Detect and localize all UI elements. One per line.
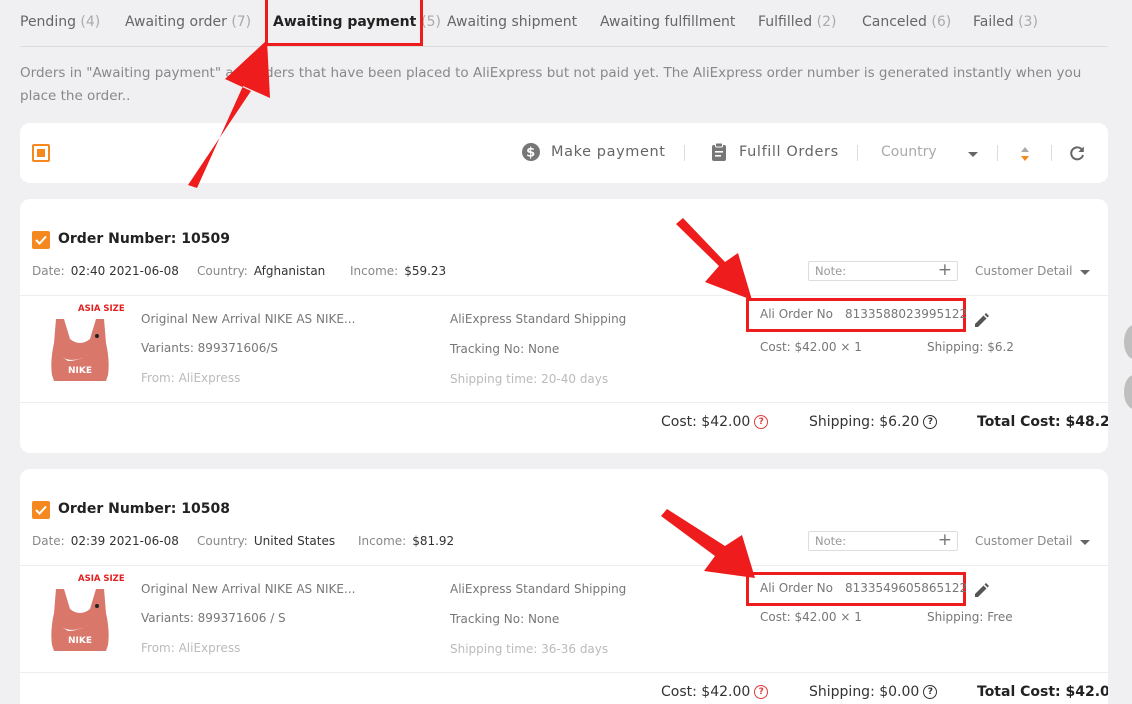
tab-pending[interactable]: Pending (4) [20,14,100,30]
sort-icon[interactable] [1020,145,1030,163]
product-name[interactable]: Original New Arrival NIKE AS NIKE... [141,312,355,326]
order-shipping: Shipping: $6.20? [809,414,938,430]
order-shipping: Shipping: $0.00? [809,684,938,700]
product-badge: ASIA SIZE [78,304,125,314]
order-total: Total Cost: $42.00 [977,684,1108,700]
status-tabs: Pending (4) Awaiting order (7) Awaiting … [20,0,1108,47]
plus-icon[interactable]: + [938,260,952,280]
tab-failed[interactable]: Failed (3) [973,14,1038,30]
order-country: Country: Afghanistan [197,264,326,278]
divider [20,672,1108,673]
divider [20,295,1108,296]
pencil-icon[interactable] [972,581,990,599]
country-select[interactable]: Country [881,144,937,160]
shipping-method: AliExpress Standard Shipping [450,582,627,596]
tab-fulfilled[interactable]: Fulfilled (2) [758,14,836,30]
pencil-icon[interactable] [972,311,990,329]
order-cost: Cost: $42.00? [661,414,769,430]
tracking-number: Tracking No: None [450,342,560,356]
note-input[interactable]: Note: + [808,260,958,281]
svg-text:$: $ [526,146,536,161]
order-date: Date: 02:39 2021-06-08 [32,534,179,548]
side-scroll-button[interactable] [1124,375,1132,409]
tab-awaiting-fulfillment[interactable]: Awaiting fulfillment [600,14,735,30]
select-all-checkbox[interactable] [32,144,50,162]
unit-cost: Cost: $42.00 × 1 [760,610,862,624]
customer-detail-toggle[interactable]: Customer Detail [975,264,1072,278]
note-input[interactable]: Note: + [808,530,958,551]
shipping-time: Shipping time: 20-40 days [450,372,609,386]
question-circle-icon[interactable]: ? [923,415,938,429]
make-payment-button[interactable]: $ Make payment [521,142,666,162]
product-name[interactable]: Original New Arrival NIKE AS NIKE... [141,582,355,596]
ali-order-number: Ali Order No 8133588023995122 [746,298,967,332]
side-scroll-button[interactable] [1124,325,1132,359]
toolbar-divider [684,145,685,161]
toolbar-divider [1051,145,1052,161]
tracking-number: Tracking No: None [450,612,560,626]
svg-text:NIKE: NIKE [68,366,92,376]
refresh-icon[interactable] [1068,144,1086,162]
order-date: Date: 02:40 2021-06-08 [32,264,179,278]
divider [20,402,1108,403]
order-number: Order Number: 10508 [58,501,230,517]
order-card: Order Number: 10508 Date: 02:39 2021-06-0… [20,469,1108,704]
fulfill-orders-button[interactable]: Fulfill Orders [709,142,839,162]
line-shipping: Shipping: $6.2 [927,340,1014,354]
dollar-circle-icon: $ [522,143,540,161]
product-variants: Variants: 899371606/S [141,341,279,355]
tab-awaiting-order[interactable]: Awaiting order (7) [125,14,251,30]
plus-icon[interactable]: + [938,530,952,550]
divider [20,565,1108,566]
orders-toolbar: $ Make payment Fulfill Orders Country [20,123,1108,183]
question-circle-icon[interactable]: ? [754,685,769,699]
active-tab-highlight-box [265,0,423,46]
order-checkbox[interactable] [32,501,50,519]
order-income: Income: $59.23 [350,264,447,278]
question-circle-icon[interactable]: ? [754,415,769,429]
chevron-down-icon [1080,540,1090,545]
order-card: Order Number: 10509 Date: 02:40 2021-06-0… [20,199,1108,453]
tab-description: Orders in "Awaiting payment" are orders … [20,65,1082,104]
toolbar-divider [997,145,998,161]
product-image[interactable]: NIKE [40,315,120,395]
product-badge: ASIA SIZE [78,574,125,584]
order-country: Country: United States [197,534,336,548]
product-source: From: AliExpress [141,641,241,655]
product-image[interactable]: NIKE [40,585,120,665]
tab-canceled[interactable]: Canceled (6) [862,14,951,30]
product-source: From: AliExpress [141,371,241,385]
ali-order-number: Ali Order No 8133549605865122 [746,572,967,606]
clipboard-icon [712,142,726,161]
svg-text:NIKE: NIKE [68,636,92,646]
chevron-down-icon [968,152,978,157]
customer-detail-toggle[interactable]: Customer Detail [975,534,1072,548]
chevron-down-icon [1080,270,1090,275]
question-circle-icon[interactable]: ? [923,685,938,699]
toolbar-divider [857,145,858,161]
order-checkbox[interactable] [32,231,50,249]
order-total: Total Cost: $48.20 [977,414,1108,430]
line-shipping: Shipping: Free [927,610,1013,624]
shipping-time: Shipping time: 36-36 days [450,642,609,656]
order-cost: Cost: $42.00? [661,684,769,700]
shipping-method: AliExpress Standard Shipping [450,312,627,326]
product-variants: Variants: 899371606 / S [141,611,286,625]
unit-cost: Cost: $42.00 × 1 [760,340,862,354]
tab-awaiting-shipment[interactable]: Awaiting shipment [447,14,577,30]
order-income: Income: $81.92 [358,534,455,548]
order-number: Order Number: 10509 [58,231,230,247]
